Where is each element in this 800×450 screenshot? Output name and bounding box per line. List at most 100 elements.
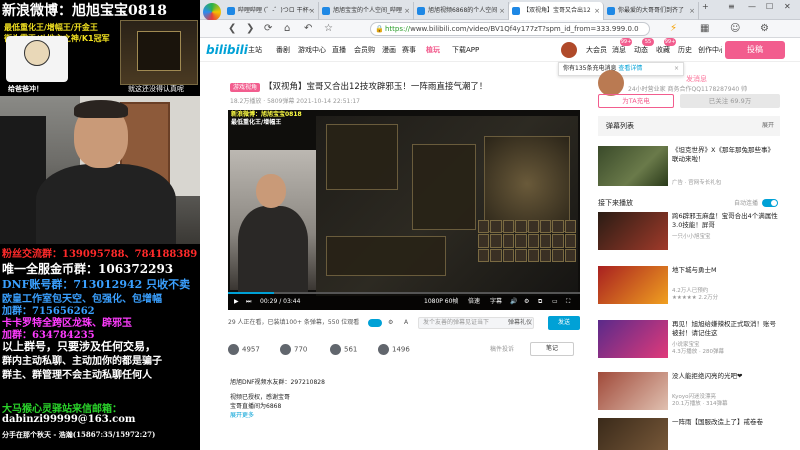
nav-item[interactable]: 主站 [248, 45, 262, 55]
browser-window: 哔哩哔哩 (゜-゜)つロ 干杯~ × 旭旭宝宝的个人空间_哔哩 × 旭旭视频6868… [200, 0, 800, 450]
overlay-promo-line: 最低重化王/增幅王/开金王 [4, 23, 98, 32]
fav-badge: 99+ [664, 38, 676, 46]
share-button[interactable]: 1496 [378, 344, 410, 355]
forward-icon[interactable]: ❯ [246, 22, 254, 36]
overlay-info-line: 唯一全服金币群：106372293 [2, 262, 174, 276]
fullscreen-icon[interactable]: ⛶ [566, 294, 570, 310]
recommended-video[interactable]: 再见！旭旭给嫌辣权正式取消！账号被封！请记住这 小说家宝宝 4.3万播放 · 28… [598, 320, 780, 362]
tab[interactable]: 你最爱的大哥哥们到齐了 × [604, 2, 699, 20]
settings-icon[interactable]: ⚙ [760, 22, 769, 36]
video-thumbnail[interactable] [598, 418, 668, 450]
rate-select[interactable]: 倍速 [468, 294, 480, 310]
back-icon[interactable]: ❮ [228, 22, 236, 36]
follow-button[interactable]: 已关注 69.9万 [680, 94, 780, 108]
tip-detail-link[interactable]: 查看详情 [618, 65, 642, 72]
recommended-video[interactable]: 地下城与勇士M 4.2万人已预约 ★★★★★ 2.2万分 [598, 266, 780, 308]
send-danmaku-button[interactable]: 发送 [548, 316, 580, 330]
menu-icon[interactable]: ≡ [728, 2, 735, 11]
nav-item[interactable]: 游戏中心 [298, 45, 326, 55]
header-link[interactable]: 消息 [612, 45, 626, 55]
online-count: 29 人正在看，已装填100+ 条弹幕，550 位观看 [228, 319, 360, 326]
tab[interactable]: 旭旭视频6868的个人空间 × [414, 2, 509, 20]
nav-item[interactable]: 番剧 [276, 45, 290, 55]
subtitle-button[interactable]: 字幕 [490, 294, 502, 310]
ad-thumbnail[interactable] [598, 146, 668, 186]
settings-icon[interactable]: ⚙ [524, 294, 529, 310]
video-thumbnail[interactable] [598, 266, 668, 304]
refresh-icon[interactable]: ⟳ [264, 22, 272, 36]
recommended-title[interactable]: 一阵雨【国服改造上了】戒卷卷 [672, 418, 780, 427]
danmaku-toggle[interactable] [368, 319, 382, 327]
minimize-icon[interactable]: — [748, 2, 756, 11]
maximize-icon[interactable]: ☐ [766, 2, 773, 11]
user-avatar[interactable] [560, 41, 578, 59]
autoplay-toggle[interactable] [762, 199, 778, 207]
recommended-video[interactable]: 没人能拒绝闪亮的光吧❤ Kyoyo闪迷没漂亮 20.1万播放 · 314弹幕 [598, 372, 780, 414]
like-button[interactable]: 4957 [228, 344, 260, 355]
coin-button[interactable]: 770 [280, 344, 307, 355]
header-link[interactable]: 历史 [678, 45, 692, 55]
player-webcam [230, 150, 316, 292]
nav-item-download[interactable]: 下载APP [452, 45, 479, 55]
ad-card[interactable]: 《坦克世界》X《那年那兔那些事》联动来啦！ 广告 · 官网专长礼包 [598, 146, 780, 190]
undo-close-icon[interactable]: ↶ [304, 22, 312, 36]
nav-item[interactable]: 漫画 [382, 45, 396, 55]
player-controls: ▶ ⏭ 00:29 / 03:44 1080P 60帧 倍速 字幕 🔊 ⚙ ⧉ … [228, 294, 580, 310]
ad-title[interactable]: 《坦克世界》X《那年那兔那些事》联动来啦！ [672, 146, 780, 164]
home-icon[interactable]: ⌂ [284, 22, 290, 36]
close-icon[interactable]: × [674, 63, 679, 75]
volume-icon[interactable]: 🔊 [510, 294, 517, 310]
video-tag[interactable]: 游戏视角 [230, 83, 261, 92]
play-icon[interactable]: ▶ [234, 294, 239, 310]
browser-logo-icon[interactable] [203, 3, 221, 21]
close-window-icon[interactable]: ✕ [784, 2, 791, 11]
header-link[interactable]: 创作中心 [698, 45, 722, 55]
danmaku-settings-icon[interactable]: ⚙ [388, 316, 393, 330]
danmaku-list-header[interactable]: 弹幕列表 展开 [598, 116, 780, 136]
video-title: 游戏视角 【双视角】宝哥又合出12技攻辟邪玉！一阵雨直接气潮了！ [230, 80, 487, 92]
user-icon[interactable]: ☺ [730, 22, 740, 36]
widescreen-icon[interactable]: ▭ [552, 294, 558, 310]
next-icon[interactable]: ⏭ [246, 294, 251, 310]
tab[interactable]: 旭旭宝宝的个人空间_哔哩 × [319, 2, 414, 20]
tab[interactable]: 哔哩哔哩 (゜-゜)つロ 干杯~ × [224, 2, 319, 20]
extensions-icon[interactable]: ▦ [700, 22, 709, 36]
favorite-button[interactable]: 561 [330, 344, 357, 355]
video-player[interactable]: 新浪微博：旭旭宝宝0818 最低重化王/增幅王 ▶ ⏭ 00:29 / 03:4… [228, 110, 580, 310]
address-bar[interactable]: 🔒 https://www.bilibili.com/video/BV1Qf4y1… [370, 22, 650, 36]
send-message-link[interactable]: 发消息 [686, 74, 707, 84]
header-link[interactable]: 大会员 [586, 45, 607, 55]
upload-button[interactable]: 投稿 [725, 41, 785, 59]
meme-image [6, 36, 68, 82]
video-thumbnail[interactable] [598, 212, 668, 250]
header-link[interactable]: 收藏 [656, 45, 670, 55]
report-link[interactable]: 稿件投诉 [490, 344, 514, 353]
nav-item[interactable]: 赛事 [402, 45, 416, 55]
recommended-title[interactable]: 没人能拒绝闪亮的光吧❤ [672, 372, 780, 381]
expand-toggle[interactable]: 展开 [762, 116, 774, 136]
recommended-title[interactable]: 跨6辟邪玉麻盘！宝哥合出4个满属性3.0技能！屏哥 [672, 212, 780, 230]
quality-select[interactable]: 1080P 60帧 [424, 294, 458, 310]
danmaku-etiquette-link[interactable]: 弹幕礼仪 [508, 316, 532, 330]
site-logo[interactable]: bilibili [206, 43, 248, 57]
recommended-video[interactable]: 一阵雨【国服改造上了】戒卷卷 [598, 418, 780, 450]
new-tab-icon[interactable]: + [702, 2, 709, 11]
uploader-avatar[interactable] [598, 70, 624, 96]
charge-button[interactable]: 为TA充电 [598, 94, 674, 108]
video-thumbnail[interactable] [598, 320, 668, 358]
header-link[interactable]: 动态 [634, 45, 648, 55]
lightning-icon[interactable]: ⚡ [670, 22, 677, 36]
bookmark-star-icon[interactable]: ☆ [324, 22, 333, 36]
expand-more-link[interactable]: 展开更多 [230, 411, 325, 420]
note-button[interactable]: 笔记 [530, 342, 574, 356]
danmaku-style-icon[interactable]: A [404, 316, 408, 330]
nav-item[interactable]: 会员购 [354, 45, 375, 55]
recommended-title[interactable]: 地下城与勇士M [672, 266, 780, 275]
tab-active[interactable]: 【双视角】宝哥又合出12 × [509, 2, 604, 20]
recommended-video[interactable]: 跨6辟邪玉麻盘！宝哥合出4个满属性3.0技能！屏哥 一只小小旭宝宝 [598, 212, 780, 254]
recommended-title[interactable]: 再见！旭旭给嫌辣权正式取消！账号被封！请记住这 [672, 320, 780, 338]
pip-icon[interactable]: ⧉ [538, 294, 542, 310]
video-thumbnail[interactable] [598, 372, 668, 410]
nav-item[interactable]: 直播 [332, 45, 346, 55]
nav-item-game[interactable]: 植玩 [426, 45, 440, 55]
